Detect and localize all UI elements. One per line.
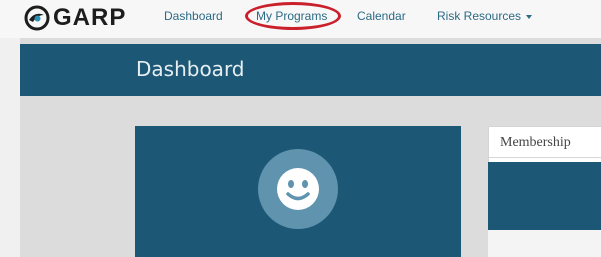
nav-link-calendar[interactable]: Calendar (357, 8, 406, 24)
membership-card-divider (488, 157, 601, 158)
nav-link-risk-resources-label: Risk Resources (437, 9, 522, 23)
page-header-band (20, 44, 601, 96)
membership-card-body (488, 230, 601, 257)
nav-link-dashboard[interactable]: Dashboard (164, 8, 223, 24)
avatar[interactable] (258, 149, 338, 229)
page-title: Dashboard (136, 57, 245, 81)
chevron-down-icon (526, 14, 533, 19)
smiley-face-icon (277, 168, 319, 210)
nav-link-my-programs[interactable]: My Programs (256, 8, 327, 24)
garp-logo-icon (24, 5, 50, 31)
membership-card-banner (488, 162, 601, 230)
nav-link-risk-resources[interactable]: Risk Resources (437, 8, 533, 24)
membership-card-title: Membership (500, 135, 571, 150)
brand-name: GARP (53, 4, 127, 31)
left-page-margin (0, 38, 20, 257)
brand-logo[interactable]: GARP (24, 4, 126, 32)
top-navigation-bar: GARP Dashboard My Programs Calendar Risk… (0, 0, 601, 38)
page: GARP Dashboard My Programs Calendar Risk… (0, 0, 601, 257)
